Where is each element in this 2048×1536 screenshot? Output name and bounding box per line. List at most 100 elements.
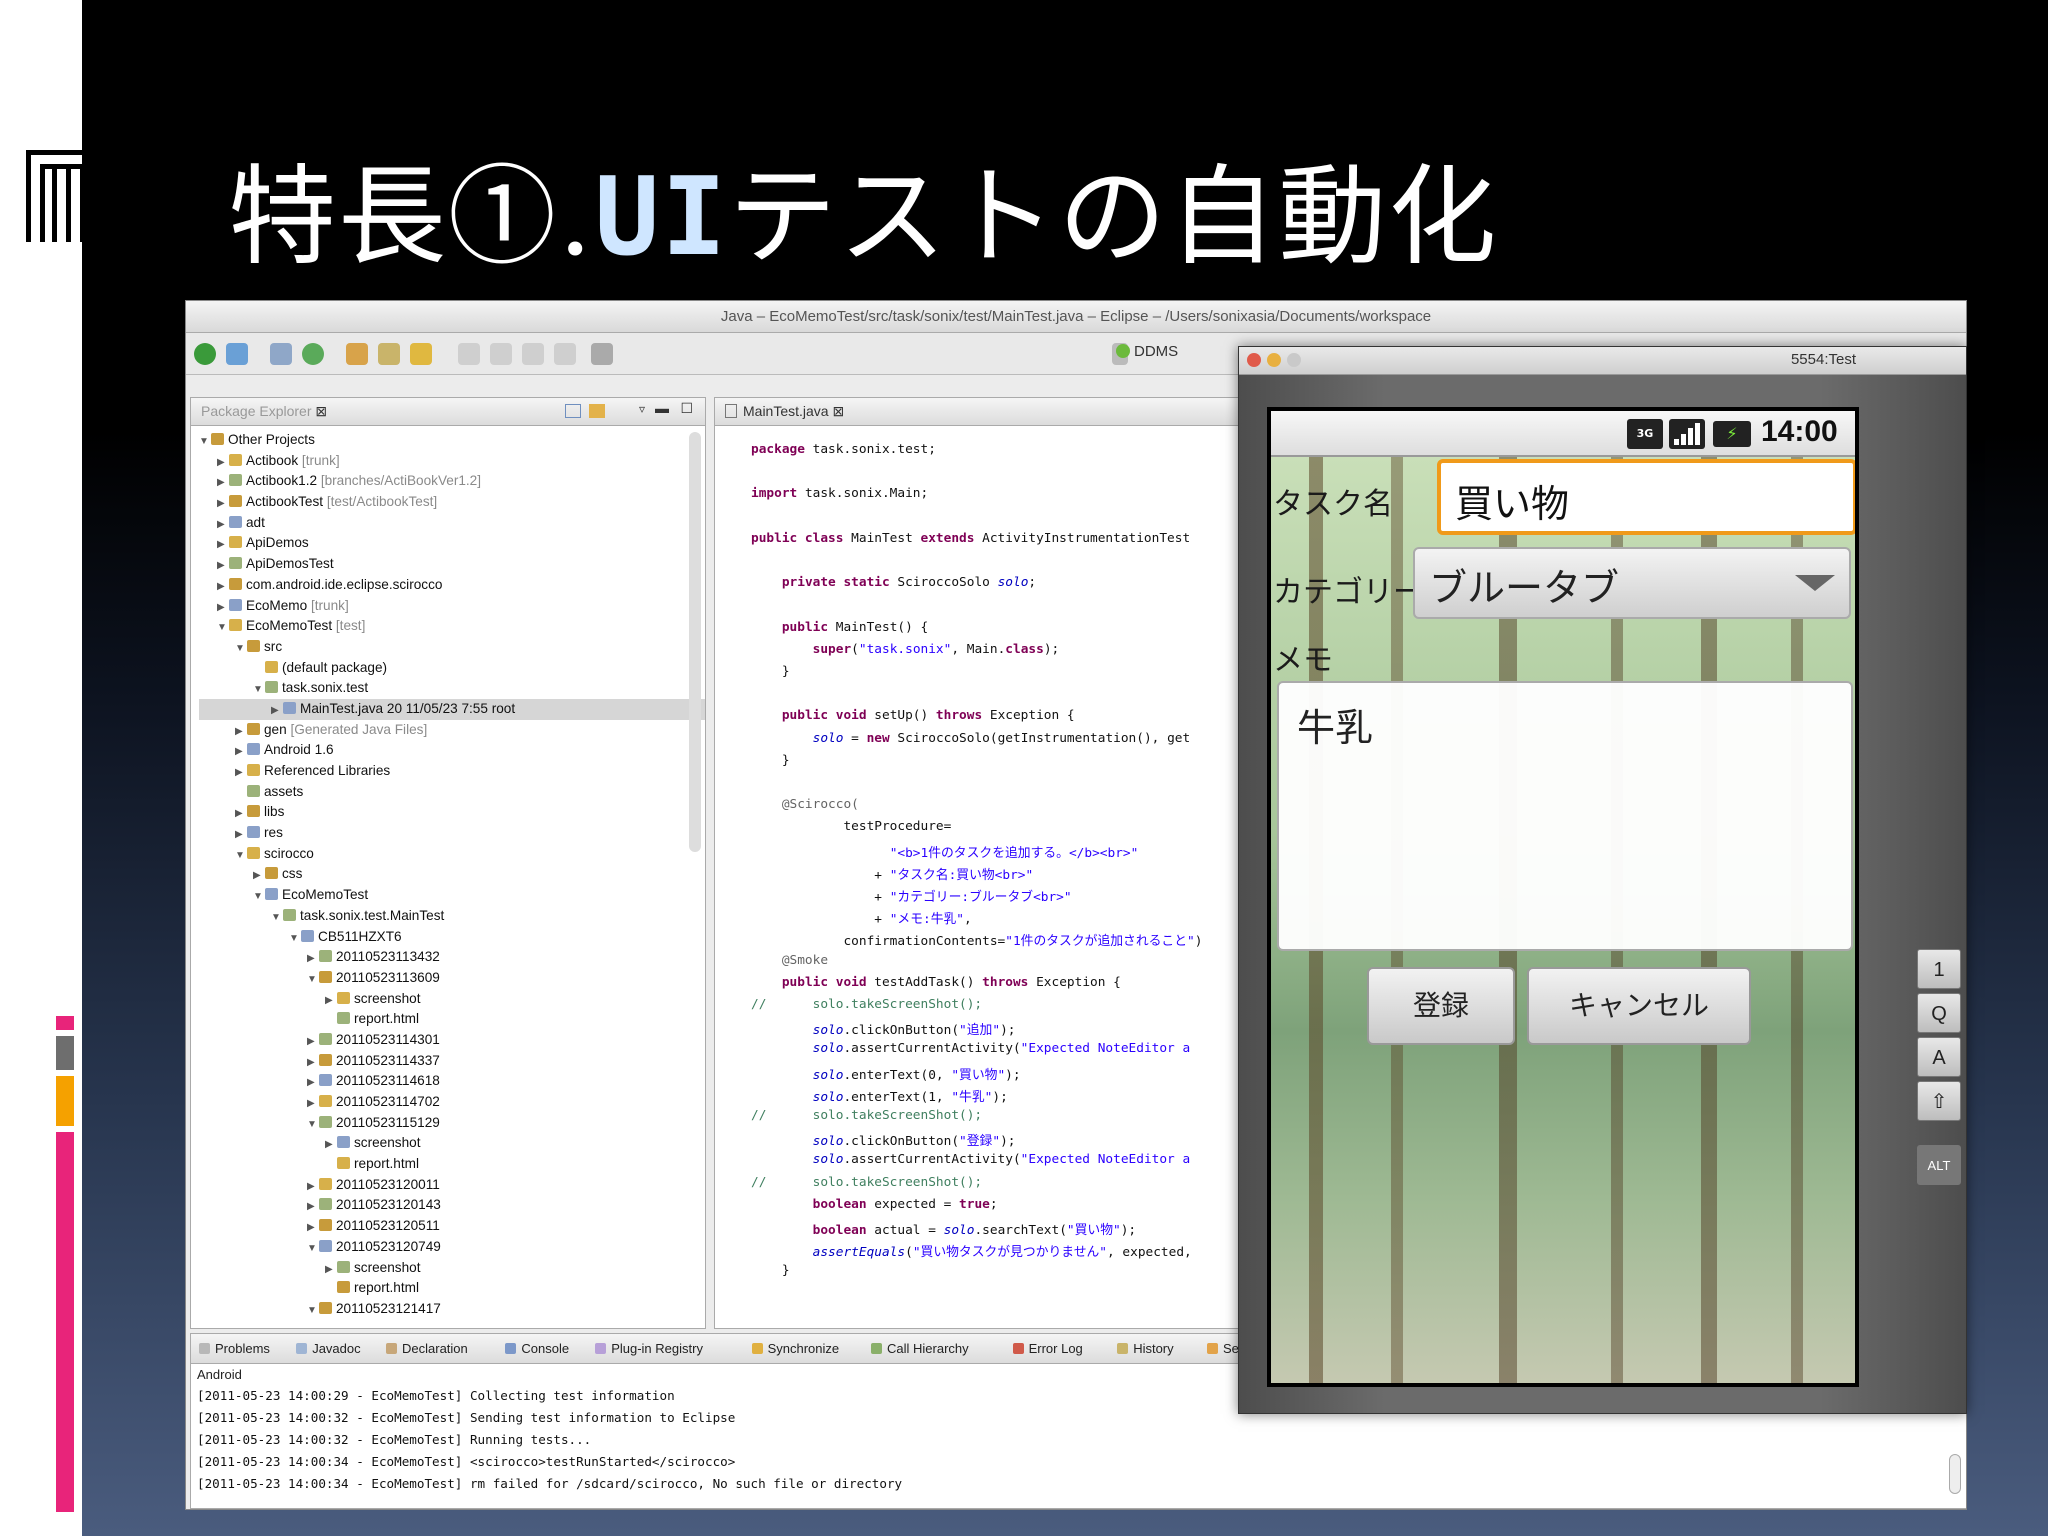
minimize-window-icon[interactable] xyxy=(1267,353,1281,367)
tree-item[interactable]: ▶ 20110523114337 xyxy=(199,1051,705,1072)
tree-item[interactable]: ▶ Referenced Libraries xyxy=(199,761,705,782)
tree-item[interactable]: ▶ ApiDemosTest xyxy=(199,554,705,575)
bottom-tab[interactable]: Javadoc xyxy=(296,1341,361,1356)
twisty-closed-icon[interactable]: ▶ xyxy=(217,473,229,494)
twisty-closed-icon[interactable]: ▶ xyxy=(307,1218,319,1239)
tree-item[interactable]: ▶ 20110523114301 xyxy=(199,1030,705,1051)
bottom-tab[interactable]: Call Hierarchy xyxy=(871,1341,969,1356)
emulator-key[interactable]: 1 xyxy=(1917,949,1961,989)
twisty-closed-icon[interactable]: ▶ xyxy=(271,701,283,722)
tree-item[interactable]: ▼ task.sonix.test xyxy=(199,678,705,699)
register-button[interactable]: 登録 xyxy=(1367,967,1515,1045)
bottom-tab[interactable]: History xyxy=(1117,1341,1174,1356)
bottom-tab[interactable]: Declaration xyxy=(386,1341,468,1356)
external-tools-icon[interactable] xyxy=(302,343,324,365)
category-dropdown[interactable]: ブルータブ xyxy=(1413,547,1851,619)
tree-item[interactable]: ▶ screenshot xyxy=(199,1133,705,1154)
zoom-window-icon[interactable] xyxy=(1287,353,1301,367)
tree-item[interactable]: ▼ src xyxy=(199,637,705,658)
new-project-icon[interactable] xyxy=(346,343,368,365)
tree-item[interactable]: ▼ EcoMemoTest xyxy=(199,885,705,906)
twisty-closed-icon[interactable]: ▶ xyxy=(217,598,229,619)
tree-item[interactable]: ▶ gen [Generated Java Files] xyxy=(199,720,705,741)
tree-item[interactable]: report.html xyxy=(199,1278,705,1299)
perspective-java-icon[interactable] xyxy=(591,343,613,365)
emulator-key[interactable]: ALT xyxy=(1917,1145,1961,1185)
twisty-closed-icon[interactable]: ▶ xyxy=(217,453,229,474)
history-icon[interactable] xyxy=(554,343,576,365)
twisty-closed-icon[interactable]: ▶ xyxy=(235,742,247,763)
tree-item[interactable]: ▶ libs xyxy=(199,802,705,823)
tree-item[interactable]: ▶ adt xyxy=(199,513,705,534)
bottom-tab[interactable]: Error Log xyxy=(1012,1341,1083,1356)
twisty-open-icon[interactable]: ▼ xyxy=(217,618,229,639)
tree-item[interactable]: ▶ 20110523120511 xyxy=(199,1216,705,1237)
bottom-tab[interactable]: Plug-in Registry xyxy=(595,1341,703,1356)
link-editor-icon[interactable] xyxy=(589,404,605,418)
collapse-all-icon[interactable] xyxy=(565,404,581,418)
tree-item[interactable]: ▼ task.sonix.test.MainTest xyxy=(199,906,705,927)
twisty-open-icon[interactable]: ▼ xyxy=(253,680,265,701)
tree-item[interactable]: ▶ 20110523120143 xyxy=(199,1195,705,1216)
twisty-closed-icon[interactable]: ▶ xyxy=(217,515,229,536)
twisty-closed-icon[interactable]: ▶ xyxy=(235,763,247,784)
twisty-closed-icon[interactable]: ▶ xyxy=(253,866,265,887)
run-icon[interactable] xyxy=(194,343,216,365)
twisty-closed-icon[interactable]: ▶ xyxy=(235,825,247,846)
tree-item[interactable]: ▼ 20110523113609 xyxy=(199,968,705,989)
tree-item[interactable]: ▼ 20110523115129 xyxy=(199,1113,705,1134)
twisty-open-icon[interactable]: ▼ xyxy=(289,929,301,950)
perspective-ddms[interactable]: DDMS xyxy=(1116,343,1178,360)
tree-item[interactable]: ▶ ActibookTest [test/ActibookTest] xyxy=(199,492,705,513)
memo-textarea[interactable]: 牛乳 xyxy=(1277,681,1853,951)
tree-item[interactable]: ▶ EcoMemo [trunk] xyxy=(199,596,705,617)
twisty-closed-icon[interactable]: ▶ xyxy=(307,1053,319,1074)
tree-item[interactable]: ▼ 20110523121417 xyxy=(199,1299,705,1320)
grid-icon[interactable] xyxy=(270,343,292,365)
nav-back-icon[interactable] xyxy=(458,343,480,365)
tree-item[interactable]: ▼ Other Projects xyxy=(199,430,705,451)
twisty-closed-icon[interactable]: ▶ xyxy=(307,1094,319,1115)
twisty-open-icon[interactable]: ▼ xyxy=(307,1239,319,1260)
package-explorer-scrollbar[interactable] xyxy=(689,432,701,852)
tree-item[interactable]: assets xyxy=(199,782,705,803)
tree-item[interactable]: ▶ MainTest.java 20 11/05/23 7:55 root xyxy=(199,698,705,722)
tree-item[interactable]: ▼ CB511HZXT6 xyxy=(199,927,705,948)
twisty-open-icon[interactable]: ▼ xyxy=(235,846,247,867)
tree-item[interactable]: ▶ screenshot xyxy=(199,989,705,1010)
twisty-closed-icon[interactable]: ▶ xyxy=(217,494,229,515)
twisty-open-icon[interactable]: ▼ xyxy=(235,639,247,660)
twisty-closed-icon[interactable]: ▶ xyxy=(307,1197,319,1218)
twisty-closed-icon[interactable]: ▶ xyxy=(325,1260,337,1281)
tree-item[interactable]: ▶ 20110523114618 xyxy=(199,1071,705,1092)
tree-item[interactable]: ▶ screenshot xyxy=(199,1258,705,1279)
bottom-tab[interactable]: Console xyxy=(505,1341,569,1356)
twisty-closed-icon[interactable]: ▶ xyxy=(235,722,247,743)
tree-item[interactable]: report.html xyxy=(199,1154,705,1175)
tree-item[interactable]: ▶ 20110523113432 xyxy=(199,947,705,968)
bottom-tab[interactable]: Synchronize xyxy=(751,1341,839,1356)
twisty-open-icon[interactable]: ▼ xyxy=(307,1301,319,1322)
console-scrollbar[interactable] xyxy=(1949,1454,1961,1494)
twisty-open-icon[interactable]: ▼ xyxy=(199,432,211,453)
maximize-view-icon[interactable]: ☐ xyxy=(680,400,693,417)
tree-item[interactable]: ▼ EcoMemoTest [test] xyxy=(199,616,705,637)
twisty-closed-icon[interactable]: ▶ xyxy=(217,577,229,598)
task-name-input[interactable]: 買い物 xyxy=(1437,459,1855,535)
emulator-key[interactable]: ⇧ xyxy=(1917,1081,1961,1121)
tree-item[interactable]: ▼ scirocco xyxy=(199,844,705,865)
tree-item[interactable]: ▶ com.android.ide.eclipse.scirocco xyxy=(199,575,705,596)
twisty-closed-icon[interactable]: ▶ xyxy=(325,1135,337,1156)
twisty-closed-icon[interactable]: ▶ xyxy=(307,1032,319,1053)
emulator-key[interactable]: Q xyxy=(1917,993,1961,1033)
open-type-icon[interactable] xyxy=(378,343,400,365)
twisty-closed-icon[interactable]: ▶ xyxy=(235,804,247,825)
tree-item[interactable]: ▼ 20110523120749 xyxy=(199,1237,705,1258)
debug-icon[interactable] xyxy=(226,343,248,365)
twisty-open-icon[interactable]: ▼ xyxy=(307,970,319,991)
twisty-open-icon[interactable]: ▼ xyxy=(271,908,283,929)
twisty-closed-icon[interactable]: ▶ xyxy=(307,1073,319,1094)
bottom-tab[interactable]: Problems xyxy=(199,1341,270,1356)
twisty-closed-icon[interactable]: ▶ xyxy=(217,535,229,556)
twisty-closed-icon[interactable]: ▶ xyxy=(325,991,337,1012)
